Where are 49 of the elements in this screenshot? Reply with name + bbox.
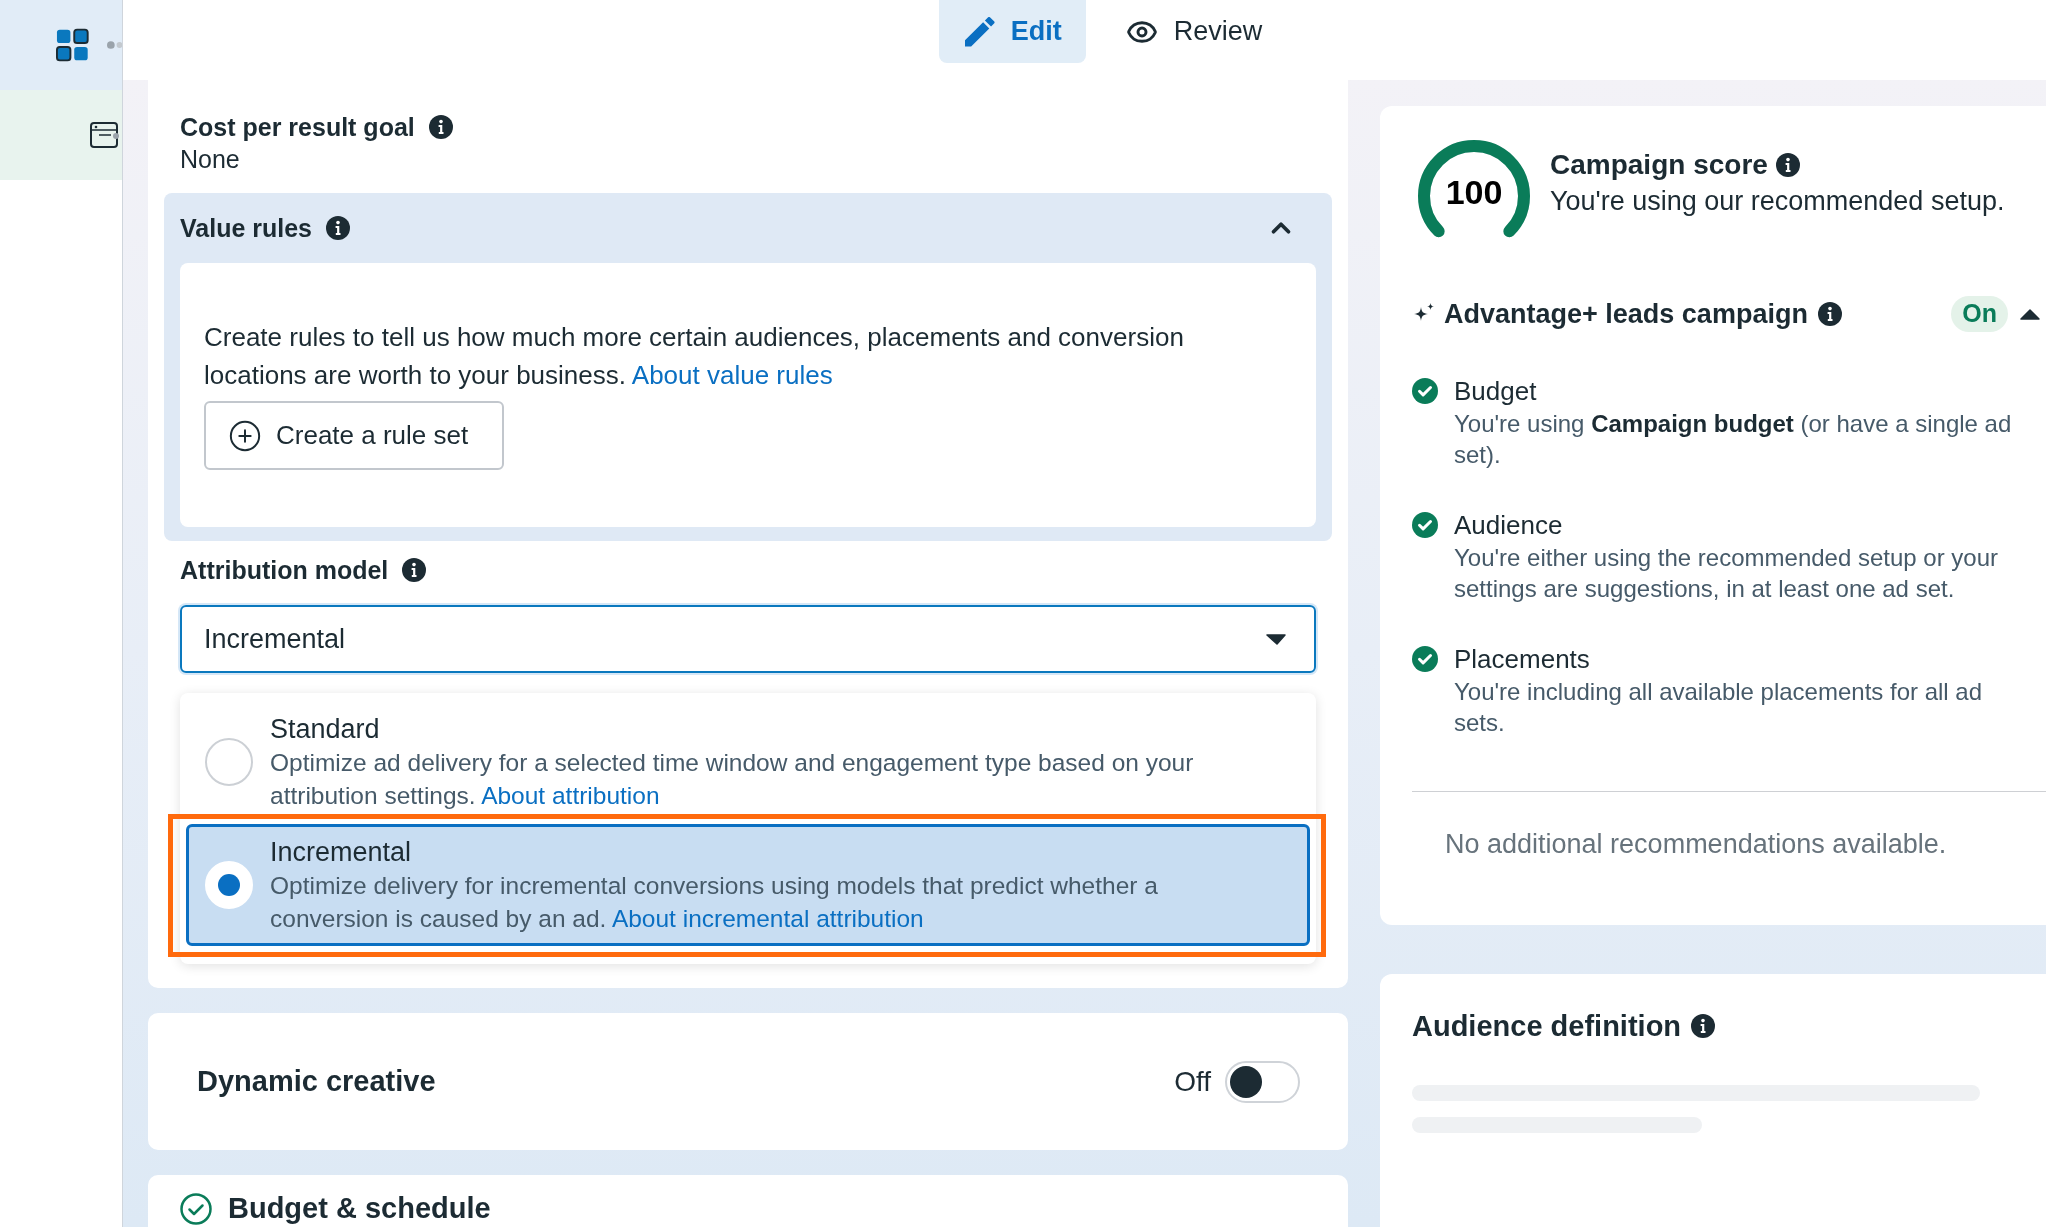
check-item-title: Budget [1454, 375, 1537, 408]
info-icon[interactable] [1817, 302, 1842, 326]
section-label: Cost per result goal [180, 112, 415, 143]
toggle-switch[interactable] [1225, 1060, 1300, 1103]
dots-icon [106, 41, 122, 49]
about-link[interactable]: About attribution [481, 782, 660, 809]
plus-circle-icon [228, 418, 262, 453]
info-icon[interactable] [1691, 1014, 1716, 1038]
toggle-label: Off [1174, 1064, 1211, 1099]
card-title: Audience definition [1412, 1009, 1682, 1044]
section-label: Attribution model [180, 555, 389, 586]
card-title: Campaign score [1550, 148, 1768, 182]
info-icon[interactable] [326, 216, 351, 240]
window-icon [90, 122, 120, 148]
option-title: Standard [270, 713, 380, 746]
attribution-option[interactable]: Incremental Optimize delivery for incremental conversions using models that predict whether a conversion is caused by an ad. About incremental attribution [186, 824, 1310, 946]
sidebar-item[interactable] [0, 90, 122, 180]
info-icon[interactable] [428, 115, 453, 139]
section-title: Budget & schedule [228, 1191, 491, 1225]
option-description: Optimize delivery for incremental conversions using models that predict whether a conversion is caused by an ad. About incremental attribution [270, 871, 1159, 934]
section-title: Value rules [180, 213, 313, 244]
about-value-rules-link[interactable]: About value rules [631, 360, 833, 390]
pencil-icon [964, 16, 995, 47]
info-icon[interactable] [402, 558, 427, 582]
check-item-description: You're using Campaign budget (or have a single ad set). [1454, 409, 2013, 470]
caret-down-icon [1266, 633, 1286, 645]
mode-tab[interactable]: Review [1099, 0, 1287, 63]
check-item-description: You're including all available placements for all ad sets. [1454, 677, 1984, 738]
about-link[interactable]: About incremental attribution [611, 905, 924, 932]
empty-note: No additional recommendations available. [1445, 829, 1947, 859]
grid-icon [56, 28, 89, 62]
caret-up-icon[interactable] [2020, 308, 2040, 320]
value-rules-description: Create rules to tell us how much more certain audiences, placements and conversion locations are worth to your business. About value rules [204, 321, 1185, 392]
attribution-select[interactable]: Incremental [180, 605, 1316, 673]
card-subtitle: You're using our recommended setup. [1550, 185, 2005, 218]
status-badge: On [1951, 296, 2008, 332]
check-item-title: Audience [1454, 509, 1563, 542]
info-icon[interactable] [1775, 153, 1800, 177]
mode-tab[interactable]: Edit [938, 0, 1086, 63]
section-title: Dynamic creative [197, 1063, 436, 1099]
score-value: 100 [1445, 172, 1503, 212]
section-title: Advantage+ leads campaign [1444, 298, 1808, 331]
check-item-title: Placements [1454, 643, 1590, 676]
field-value: None [180, 144, 240, 174]
sidebar-item[interactable] [0, 0, 122, 90]
check-item-description: You're either using the recommended setup or your settings are suggestions, in at least one ad set. [1454, 543, 2000, 604]
create-rule-set-button[interactable]: Create a rule set [204, 401, 504, 470]
option-title: Incremental [270, 836, 412, 869]
option-description: Optimize ad delivery for a selected time window and engagement type based on your attribution settings. About attribution [270, 748, 1195, 811]
